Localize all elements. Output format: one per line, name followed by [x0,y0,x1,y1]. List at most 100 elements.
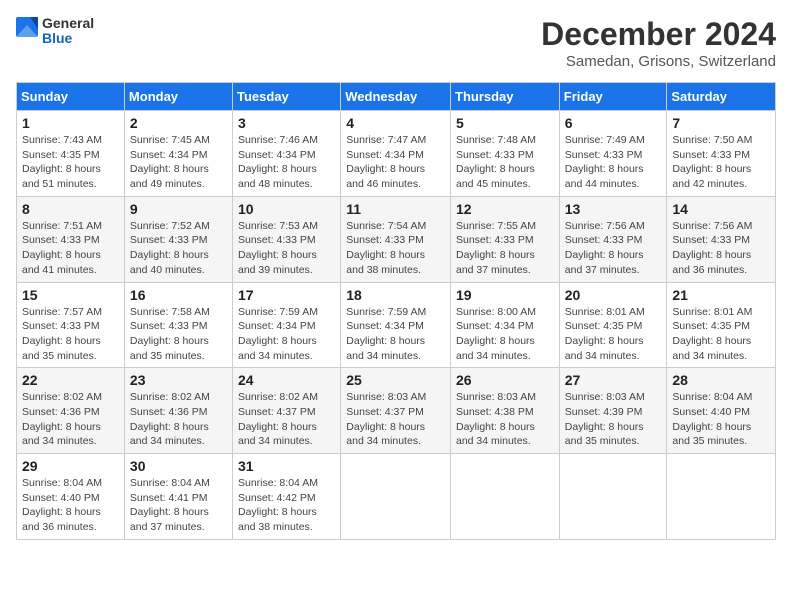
daylight-label: Daylight: 8 hours and 34 minutes. [346,335,425,362]
sunset-label: Sunset: 4:40 PM [22,492,100,504]
sunrise-label: Sunrise: 7:53 AM [238,220,318,232]
location: Samedan, Grisons, Switzerland [541,53,776,70]
calendar-cell: 21 Sunrise: 8:01 AM Sunset: 4:35 PM Dayl… [667,282,776,368]
day-number: 19 [456,287,554,303]
sunrise-label: Sunrise: 8:01 AM [565,306,645,318]
day-info: Sunrise: 8:02 AM Sunset: 4:36 PM Dayligh… [22,390,119,449]
calendar-cell: 3 Sunrise: 7:46 AM Sunset: 4:34 PM Dayli… [233,111,341,197]
sunset-label: Sunset: 4:33 PM [565,149,643,161]
daylight-label: Daylight: 8 hours and 48 minutes. [238,163,317,190]
calendar-cell: 6 Sunrise: 7:49 AM Sunset: 4:33 PM Dayli… [559,111,667,197]
day-number: 1 [22,115,119,131]
logo-blue: Blue [42,31,94,46]
daylight-label: Daylight: 8 hours and 42 minutes. [672,163,751,190]
sunrise-label: Sunrise: 7:54 AM [346,220,426,232]
sunset-label: Sunset: 4:35 PM [22,149,100,161]
day-number: 20 [565,287,662,303]
daylight-label: Daylight: 8 hours and 34 minutes. [346,421,425,448]
logo-text: General Blue [42,16,94,47]
day-number: 30 [130,458,227,474]
day-info: Sunrise: 8:03 AM Sunset: 4:39 PM Dayligh… [565,390,662,449]
calendar-cell: 4 Sunrise: 7:47 AM Sunset: 4:34 PM Dayli… [341,111,451,197]
calendar-cell: 17 Sunrise: 7:59 AM Sunset: 4:34 PM Dayl… [233,282,341,368]
daylight-label: Daylight: 8 hours and 37 minutes. [456,249,535,276]
calendar-cell: 16 Sunrise: 7:58 AM Sunset: 4:33 PM Dayl… [124,282,232,368]
day-info: Sunrise: 8:01 AM Sunset: 4:35 PM Dayligh… [672,305,770,364]
daylight-label: Daylight: 8 hours and 34 minutes. [238,335,317,362]
calendar-cell: 22 Sunrise: 8:02 AM Sunset: 4:36 PM Dayl… [17,368,125,454]
sunset-label: Sunset: 4:37 PM [238,406,316,418]
sunset-label: Sunset: 4:34 PM [346,320,424,332]
title-block: December 2024 Samedan, Grisons, Switzerl… [541,16,776,70]
sunrise-label: Sunrise: 8:04 AM [672,391,752,403]
sunrise-label: Sunrise: 7:45 AM [130,134,210,146]
sunset-label: Sunset: 4:34 PM [130,149,208,161]
calendar-cell: 30 Sunrise: 8:04 AM Sunset: 4:41 PM Dayl… [124,454,232,540]
day-info: Sunrise: 8:04 AM Sunset: 4:40 PM Dayligh… [672,390,770,449]
sunset-label: Sunset: 4:36 PM [22,406,100,418]
day-number: 6 [565,115,662,131]
day-info: Sunrise: 8:02 AM Sunset: 4:36 PM Dayligh… [130,390,227,449]
calendar-cell: 25 Sunrise: 8:03 AM Sunset: 4:37 PM Dayl… [341,368,451,454]
sunset-label: Sunset: 4:37 PM [346,406,424,418]
sunrise-label: Sunrise: 7:47 AM [346,134,426,146]
sunset-label: Sunset: 4:33 PM [456,234,534,246]
calendar-week-row: 15 Sunrise: 7:57 AM Sunset: 4:33 PM Dayl… [17,282,776,368]
day-number: 13 [565,201,662,217]
calendar-header-row: SundayMondayTuesdayWednesdayThursdayFrid… [17,83,776,111]
daylight-label: Daylight: 8 hours and 40 minutes. [130,249,209,276]
calendar-cell: 2 Sunrise: 7:45 AM Sunset: 4:34 PM Dayli… [124,111,232,197]
logo-general: General [42,16,94,31]
day-info: Sunrise: 7:51 AM Sunset: 4:33 PM Dayligh… [22,219,119,278]
day-number: 21 [672,287,770,303]
daylight-label: Daylight: 8 hours and 34 minutes. [456,421,535,448]
sunset-label: Sunset: 4:34 PM [346,149,424,161]
daylight-label: Daylight: 8 hours and 36 minutes. [672,249,751,276]
day-info: Sunrise: 7:46 AM Sunset: 4:34 PM Dayligh… [238,133,335,192]
sunset-label: Sunset: 4:33 PM [672,234,750,246]
sunset-label: Sunset: 4:33 PM [238,234,316,246]
daylight-label: Daylight: 8 hours and 51 minutes. [22,163,101,190]
day-info: Sunrise: 7:56 AM Sunset: 4:33 PM Dayligh… [565,219,662,278]
sunrise-label: Sunrise: 8:03 AM [565,391,645,403]
logo-icon [16,17,38,45]
sunrise-label: Sunrise: 8:02 AM [238,391,318,403]
daylight-label: Daylight: 8 hours and 34 minutes. [565,335,644,362]
sunrise-label: Sunrise: 8:04 AM [130,477,210,489]
day-info: Sunrise: 8:04 AM Sunset: 4:41 PM Dayligh… [130,476,227,535]
calendar-cell: 1 Sunrise: 7:43 AM Sunset: 4:35 PM Dayli… [17,111,125,197]
sunset-label: Sunset: 4:33 PM [22,234,100,246]
daylight-label: Daylight: 8 hours and 36 minutes. [22,506,101,533]
daylight-label: Daylight: 8 hours and 34 minutes. [130,421,209,448]
calendar-cell: 27 Sunrise: 8:03 AM Sunset: 4:39 PM Dayl… [559,368,667,454]
day-number: 8 [22,201,119,217]
day-number: 23 [130,372,227,388]
day-number: 4 [346,115,445,131]
day-info: Sunrise: 7:56 AM Sunset: 4:33 PM Dayligh… [672,219,770,278]
day-info: Sunrise: 8:04 AM Sunset: 4:40 PM Dayligh… [22,476,119,535]
header-sunday: Sunday [17,83,125,111]
header-thursday: Thursday [451,83,560,111]
calendar-cell: 29 Sunrise: 8:04 AM Sunset: 4:40 PM Dayl… [17,454,125,540]
day-number: 24 [238,372,335,388]
sunrise-label: Sunrise: 7:59 AM [346,306,426,318]
day-number: 26 [456,372,554,388]
sunset-label: Sunset: 4:34 PM [238,149,316,161]
sunset-label: Sunset: 4:35 PM [565,320,643,332]
daylight-label: Daylight: 8 hours and 35 minutes. [130,335,209,362]
sunset-label: Sunset: 4:33 PM [565,234,643,246]
page-header: General Blue December 2024 Samedan, Gris… [16,16,776,70]
calendar-week-row: 8 Sunrise: 7:51 AM Sunset: 4:33 PM Dayli… [17,196,776,282]
sunrise-label: Sunrise: 7:58 AM [130,306,210,318]
sunrise-label: Sunrise: 7:52 AM [130,220,210,232]
sunrise-label: Sunrise: 8:03 AM [456,391,536,403]
day-number: 11 [346,201,445,217]
logo: General Blue [16,16,94,47]
day-info: Sunrise: 7:59 AM Sunset: 4:34 PM Dayligh… [238,305,335,364]
day-number: 14 [672,201,770,217]
day-number: 2 [130,115,227,131]
sunset-label: Sunset: 4:33 PM [22,320,100,332]
sunrise-label: Sunrise: 8:04 AM [22,477,102,489]
calendar-cell: 23 Sunrise: 8:02 AM Sunset: 4:36 PM Dayl… [124,368,232,454]
day-number: 15 [22,287,119,303]
